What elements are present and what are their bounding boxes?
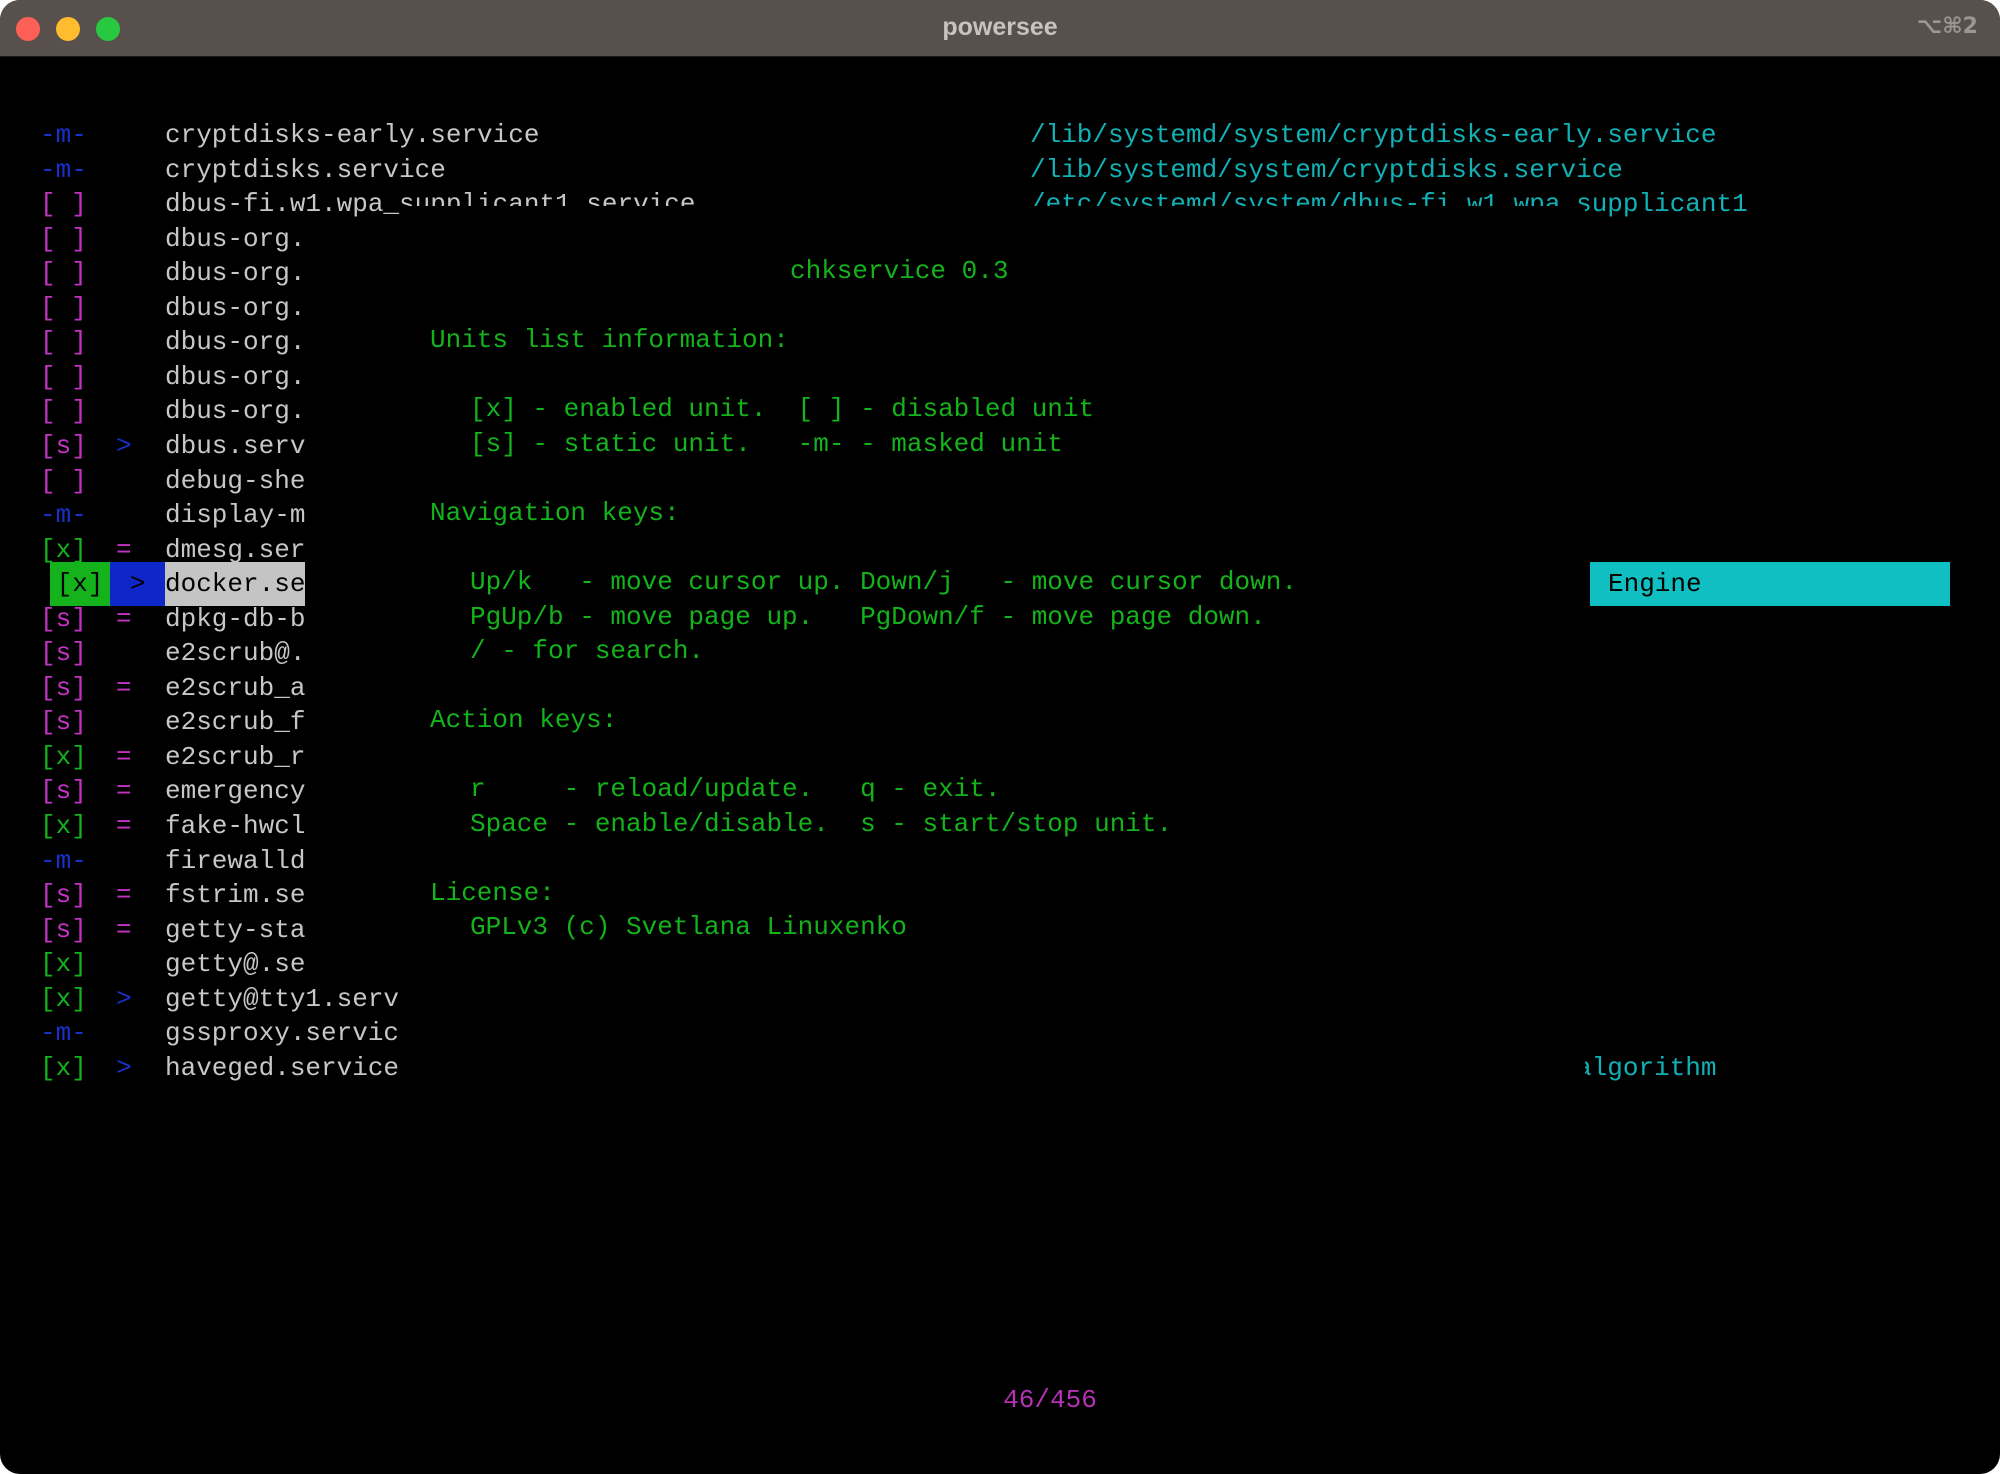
title-bar: powersee ⌥⌘2 (0, 0, 2000, 57)
unit-status-enabled[interactable]: [x] (30, 1046, 102, 1090)
help-legend-line: [s] - static unit. -m- - masked unit (470, 429, 1063, 459)
help-nav-heading: Navigation keys: (430, 498, 680, 528)
help-title: chkservice 0.3 (790, 256, 1009, 286)
help-action-heading: Action keys: (430, 705, 618, 735)
window-title: powersee (942, 13, 1058, 41)
terminal-content: -m-cryptdisks-early.service/lib/systemd/… (0, 56, 2000, 1474)
help-action-line: Space - enable/disable. s - start/stop u… (470, 809, 1173, 839)
help-nav-line: / - for search. (470, 636, 705, 666)
help-units-heading: Units list information: (430, 325, 789, 355)
running-indicator: > (116, 1052, 132, 1083)
page-counter: 46/456 (1003, 1385, 1097, 1415)
help-license-line: GPLv3 (c) Svetlana Linuxenko (470, 912, 907, 942)
window-shortcut-label: ⌥⌘2 (1916, 14, 1978, 39)
unit-name: haveged.service (165, 1052, 400, 1083)
terminal-window: powersee ⌥⌘2 -m-cryptdisks-early.service… (0, 0, 2000, 1474)
